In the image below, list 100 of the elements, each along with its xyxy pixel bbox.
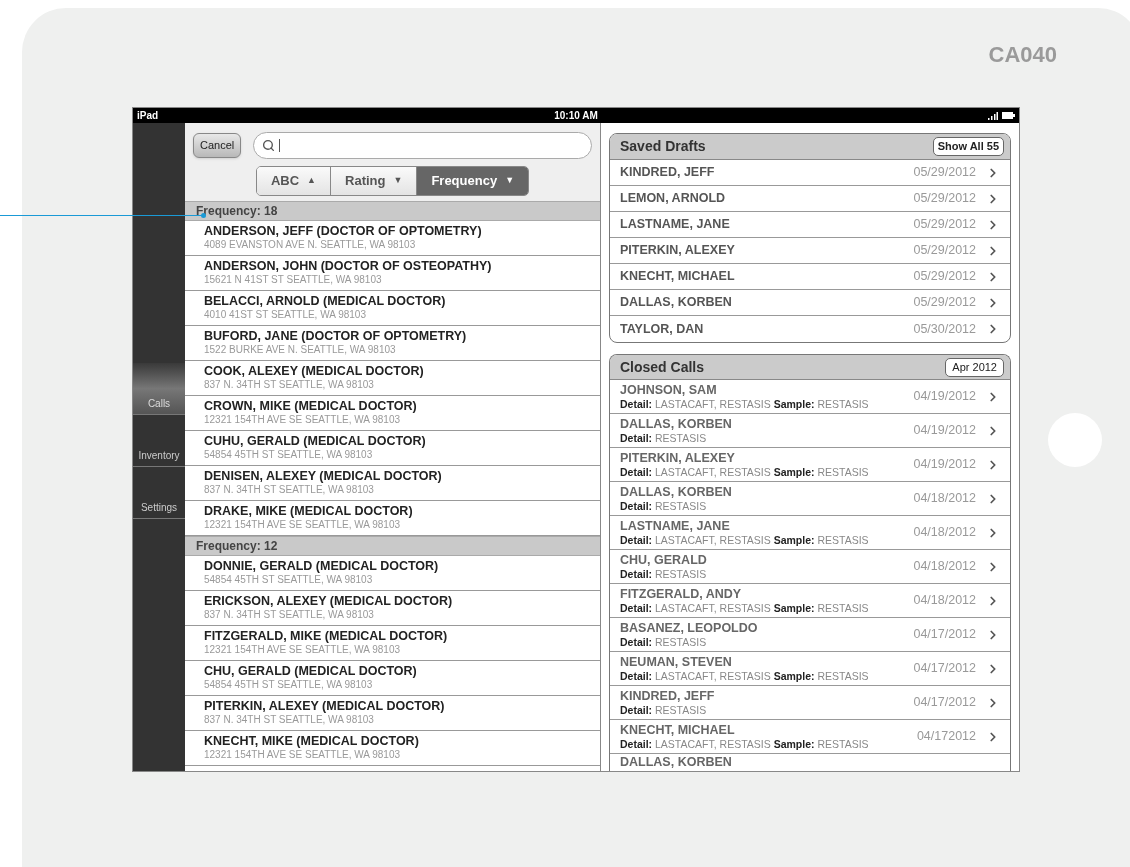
draft-name: TAYLOR, DAN: [620, 320, 705, 338]
cancel-button[interactable]: Cancel: [193, 133, 242, 158]
contact-name: CROWN, MIKE (MEDICAL DOCTOR): [204, 399, 418, 413]
group-header: Frequency: 18: [185, 201, 600, 221]
contact-row[interactable]: ERICKSON, ALEXEY (MEDICAL DOCTOR) 837 N. 34TH ST SEATTLE, WA 98103: [185, 591, 600, 626]
call-row[interactable]: DALLAS, KORBEN: [610, 754, 1010, 771]
call-date: 04/18/2012: [913, 592, 976, 610]
contact-row[interactable]: DENISEN, ALEXEY (MEDICAL DOCTOR) 837 N. 34TH ST SEATTLE, WA 98103: [185, 466, 600, 501]
call-row[interactable]: KNECHT, MICHAEL Detail: LASTACAFT, RESTASIS Sample: RESTASIS 04/172012: [610, 720, 1010, 754]
contact-name: DRAKE, MIKE (MEDICAL DOCTOR): [204, 504, 414, 518]
call-date: 04/17/2012: [913, 626, 976, 644]
call-detail: Detail: RESTASIS: [620, 702, 708, 717]
show-all-button[interactable]: Show All 55: [932, 137, 1004, 156]
call-date: 04/19/2012: [913, 388, 976, 406]
carrier-text: iPad: [137, 109, 160, 123]
call-row[interactable]: DALLAS, KORBEN Detail: RESTASIS 04/19/2012: [610, 414, 1010, 448]
call-row[interactable]: FITZGERALD, ANDY Detail: LASTACAFT, RESTASIS Sample: RESTASIS 04/18/2012: [610, 584, 1010, 618]
sidebar-item[interactable]: Settings: [133, 467, 185, 519]
contact-row[interactable]: ANDERSON, JEFF (DOCTOR OF OPTOMETRY) 4089 EVANSTON AVE N. SEATTLE, WA 98103: [185, 221, 600, 256]
draft-row[interactable]: KINDRED, JEFF 05/29/2012: [610, 160, 1010, 186]
draft-date: 05/30/2012: [913, 320, 976, 338]
draft-row[interactable]: DALLAS, KORBEN 05/29/2012: [610, 290, 1010, 316]
call-date: 04/18/2012: [913, 558, 976, 576]
call-name: BASANEZ, LEOPOLDO: [620, 620, 759, 635]
draft-row[interactable]: TAYLOR, DAN 05/30/2012: [610, 316, 1010, 342]
call-name: CHU, GERALD: [620, 552, 708, 567]
call-date: 04/19/2012: [913, 456, 976, 474]
sort-tab[interactable]: ABC ▲: [256, 167, 330, 195]
month-button[interactable]: Apr 2012: [945, 357, 1004, 377]
draft-date: 05/29/2012: [913, 294, 976, 312]
contact-address: 54854 45TH ST SEATTLE, WA 98103: [204, 678, 374, 692]
signal-icon: [988, 111, 998, 120]
contact-name: COOK, ALEXEY (MEDICAL DOCTOR): [204, 364, 425, 378]
call-date: 04/17/2012: [913, 660, 976, 678]
contact-address: 12321 154TH AVE SE SEATTLE, WA 98103: [204, 748, 402, 762]
call-name: DALLAS, KORBEN: [620, 484, 733, 499]
panel-title: Closed Calls: [620, 357, 705, 377]
contact-row[interactable]: BELACCI, ARNOLD (MEDICAL DOCTOR) 4010 41ST ST SEATTLE, WA 98103: [185, 291, 600, 326]
call-detail: Detail: RESTASIS: [620, 430, 708, 445]
draft-row[interactable]: LEMON, ARNOLD 05/29/2012: [610, 186, 1010, 212]
draft-date: 05/29/2012: [913, 190, 976, 208]
call-detail: Detail: LASTACAFT, RESTASIS Sample: RESTASIS: [620, 464, 870, 479]
sidebar-item[interactable]: Calls: [133, 363, 185, 415]
contact-row[interactable]: KNECHT, MIKE (MEDICAL DOCTOR) 12321 154TH AVE SE SEATTLE, WA 98103: [185, 731, 600, 766]
contact-row[interactable]: COOK, ALEXEY (MEDICAL DOCTOR) 837 N. 34TH ST SEATTLE, WA 98103: [185, 361, 600, 396]
search-field[interactable]: [253, 132, 592, 159]
call-row[interactable]: KINDRED, JEFF Detail: RESTASIS 04/17/2012: [610, 686, 1010, 720]
contact-row[interactable]: PITERKIN, ALEXEY (MEDICAL DOCTOR) 837 N. 34TH ST SEATTLE, WA 98103: [185, 696, 600, 731]
contact-name: BUFORD, JANE (DOCTOR OF OPTOMETRY): [204, 329, 468, 343]
contact-name: PITERKIN, ALEXEY (MEDICAL DOCTOR): [204, 699, 446, 713]
call-detail: Detail: RESTASIS: [620, 498, 708, 513]
contact-name: CUHU, GERALD (MEDICAL DOCTOR): [204, 434, 427, 448]
call-name: DALLAS, KORBEN: [620, 755, 733, 769]
draft-date: 05/29/2012: [913, 164, 976, 182]
call-detail: Detail: LASTACAFT, RESTASIS Sample: RESTASIS: [620, 668, 870, 683]
call-row[interactable]: NEUMAN, STEVEN Detail: LASTACAFT, RESTASIS Sample: RESTASIS 04/17/2012: [610, 652, 1010, 686]
call-detail: Detail: LASTACAFT, RESTASIS Sample: RESTASIS: [620, 600, 870, 615]
draft-date: 05/29/2012: [913, 216, 976, 234]
sort-tab[interactable]: Frequency ▼: [416, 167, 529, 195]
draft-row[interactable]: PITERKIN, ALEXEY 05/29/2012: [610, 238, 1010, 264]
draft-row[interactable]: LASTNAME, JANE 05/29/2012: [610, 212, 1010, 238]
contact-address: 15621 N 41ST ST SEATTLE, WA 98103: [204, 273, 383, 287]
sidebar-item[interactable]: Inventory: [133, 415, 185, 467]
draft-date: 05/29/2012: [913, 268, 976, 286]
contact-address: 1522 BURKE AVE N. SEATTLE, WA 98103: [204, 343, 397, 357]
contact-name: FITZGERALD, MIKE (MEDICAL DOCTOR): [204, 629, 449, 643]
call-row[interactable]: DALLAS, KORBEN Detail: RESTASIS 04/18/2012: [610, 482, 1010, 516]
contact-row[interactable]: CHU, GERALD (MEDICAL DOCTOR) 54854 45TH ST SEATTLE, WA 98103: [185, 661, 600, 696]
battery-icon: [1002, 112, 1015, 119]
contact-address: 837 N. 34TH ST SEATTLE, WA 98103: [204, 378, 375, 392]
call-name: FITZGERALD, ANDY: [620, 586, 743, 601]
contact-row[interactable]: BUFORD, JANE (DOCTOR OF OPTOMETRY) 1522 BURKE AVE N. SEATTLE, WA 98103: [185, 326, 600, 361]
contact-address: 4089 EVANSTON AVE N. SEATTLE, WA 98103: [204, 238, 417, 252]
draft-row[interactable]: KNECHT, MICHAEL 05/29/2012: [610, 264, 1010, 290]
contact-name: ANDERSON, JOHN (DOCTOR OF OSTEOPATHY): [204, 259, 493, 273]
contact-address: 837 N. 34TH ST SEATTLE, WA 98103: [204, 713, 375, 727]
sort-tab[interactable]: Rating ▼: [330, 167, 417, 195]
draft-name: DALLAS, KORBEN: [620, 294, 733, 312]
contact-row[interactable]: ANDERSON, JOHN (DOCTOR OF OSTEOPATHY) 15621 N 41ST ST SEATTLE, WA 98103: [185, 256, 600, 291]
contact-address: 837 N. 34TH ST SEATTLE, WA 98103: [204, 483, 375, 497]
contact-row[interactable]: CUHU, GERALD (MEDICAL DOCTOR) 54854 45TH ST SEATTLE, WA 98103: [185, 431, 600, 466]
call-name: DALLAS, KORBEN: [620, 416, 733, 431]
call-row[interactable]: PITERKIN, ALEXEY Detail: LASTACAFT, RESTASIS Sample: RESTASIS 04/19/2012: [610, 448, 1010, 482]
call-row[interactable]: CHU, GERALD Detail: RESTASIS 04/18/2012: [610, 550, 1010, 584]
contact-row[interactable]: DONNIE, GERALD (MEDICAL DOCTOR) 54854 45TH ST SEATTLE, WA 98103: [185, 556, 600, 591]
contact-address: 4010 41ST ST SEATTLE, WA 98103: [204, 308, 367, 322]
contact-address: 837 N. 34TH ST SEATTLE, WA 98103: [204, 608, 375, 622]
call-row[interactable]: LASTNAME, JANE Detail: LASTACAFT, RESTASIS Sample: RESTASIS 04/18/2012: [610, 516, 1010, 550]
contact-name: DONNIE, GERALD (MEDICAL DOCTOR): [204, 559, 440, 573]
call-detail: Detail: LASTACAFT, RESTASIS Sample: RESTASIS: [620, 736, 870, 751]
call-name: LASTNAME, JANE: [620, 518, 731, 533]
contact-row[interactable]: FITZGERALD, MIKE (MEDICAL DOCTOR) 12321 154TH AVE SE SEATTLE, WA 98103: [185, 626, 600, 661]
panel-title: Saved Drafts: [620, 137, 706, 156]
call-row[interactable]: JOHNSON, SAM Detail: LASTACAFT, RESTASIS Sample: RESTASIS 04/19/2012: [610, 380, 1010, 414]
call-row[interactable]: BASANEZ, LEOPOLDO Detail: RESTASIS 04/17/2012: [610, 618, 1010, 652]
call-name: PITERKIN, ALEXEY: [620, 450, 736, 465]
contact-name: ANDERSON, JEFF (DOCTOR OF OPTOMETRY): [204, 224, 483, 238]
contact-address: 54854 45TH ST SEATTLE, WA 98103: [204, 448, 374, 462]
contact-address: 12321 154TH AVE SE SEATTLE, WA 98103: [204, 643, 402, 657]
contact-row[interactable]: CROWN, MIKE (MEDICAL DOCTOR) 12321 154TH AVE SE SEATTLE, WA 98103: [185, 396, 600, 431]
